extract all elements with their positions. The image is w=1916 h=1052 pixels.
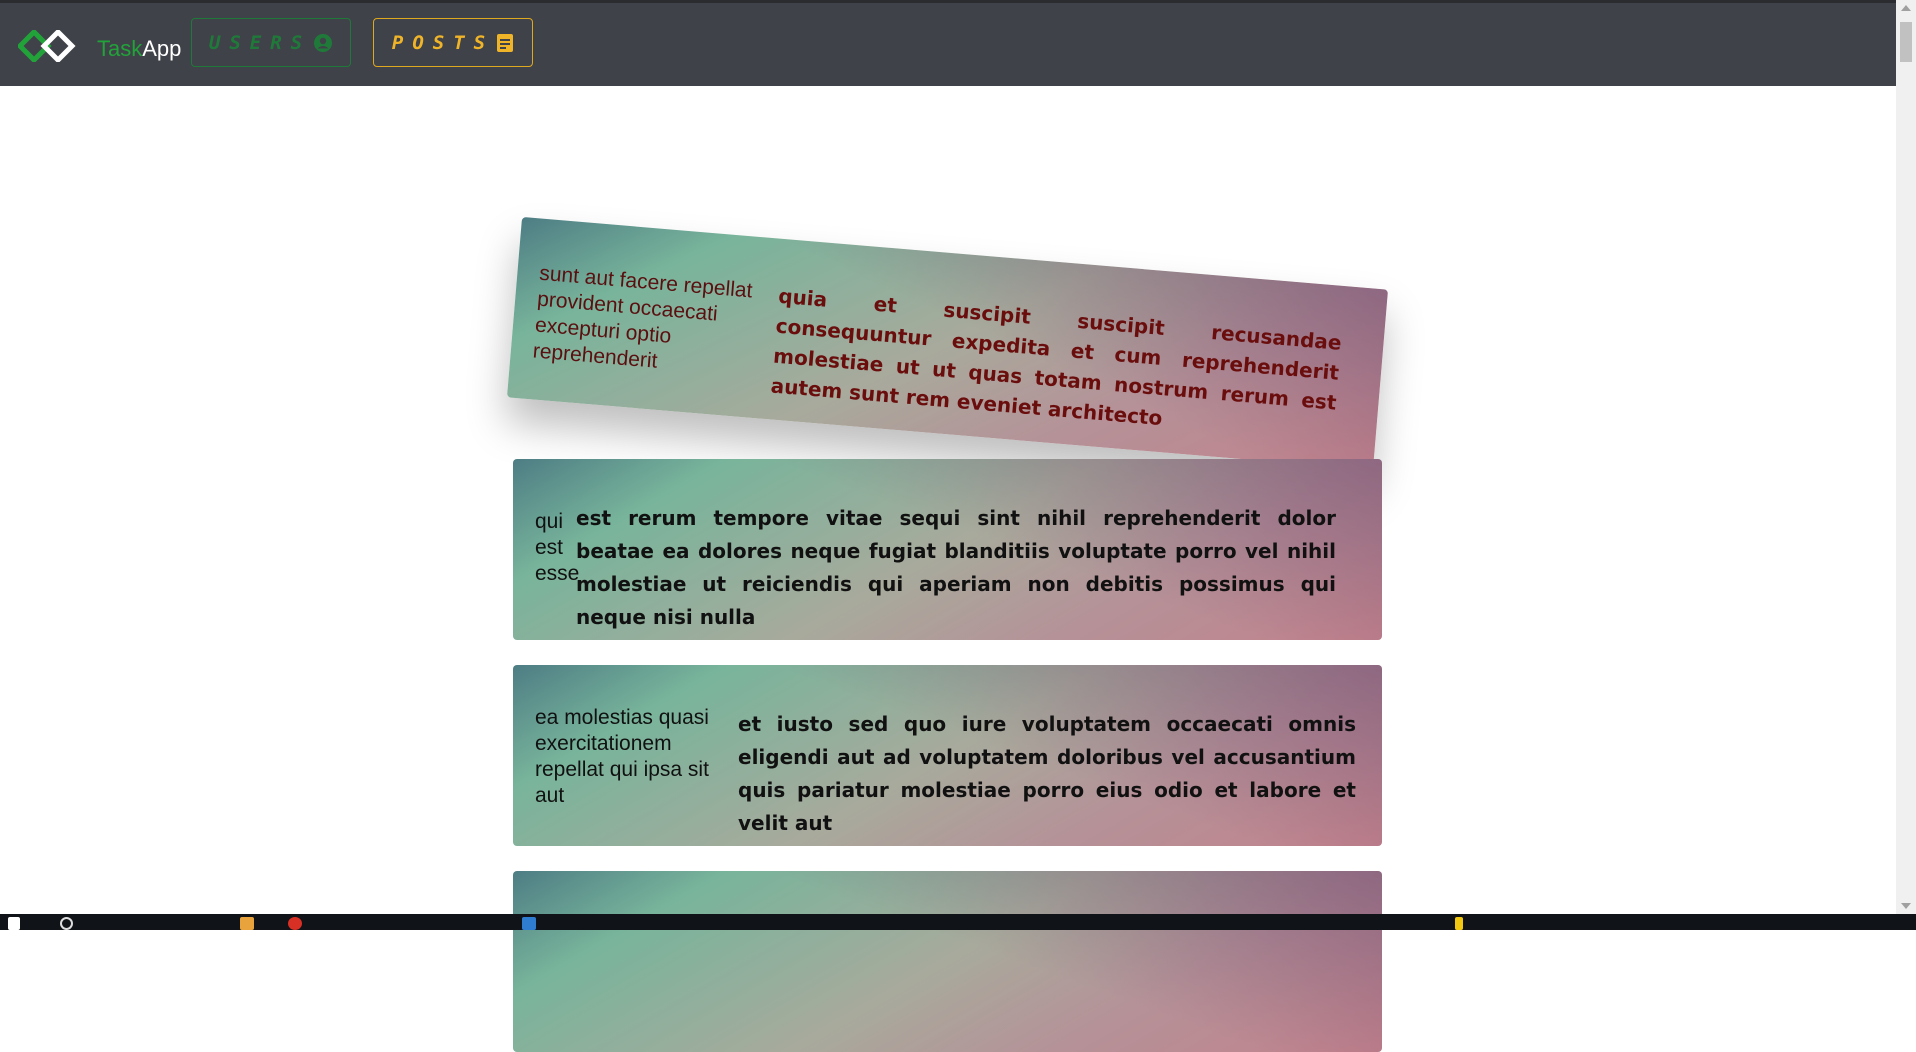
post-body: est rerum tempore vitae sequi sint nihil…: [576, 506, 1336, 629]
brand-logo[interactable]: [18, 30, 76, 62]
users-button-label: USERS: [208, 31, 312, 54]
files-icon[interactable]: [240, 917, 254, 930]
posts-button-label: POSTS: [391, 31, 495, 54]
editor-icon[interactable]: [522, 917, 536, 930]
post-note-icon: [497, 33, 514, 52]
scroll-down-icon[interactable]: [1901, 903, 1911, 909]
brand-app-text: App: [142, 36, 182, 61]
chrome-icon[interactable]: [288, 917, 302, 930]
post-title: qui est esse: [535, 510, 580, 585]
posts-button[interactable]: POSTS: [373, 18, 533, 67]
post-card[interactable]: ea molestias quasi exercitationem repell…: [513, 665, 1382, 846]
users-button[interactable]: USERS: [191, 18, 351, 67]
logo-icon: [18, 30, 76, 62]
brand-name[interactable]: TaskApp: [97, 36, 181, 62]
post-title: sunt aut facere repellat provident occae…: [531, 261, 754, 373]
os-taskbar: [0, 914, 1916, 930]
post-title: ea molestias quasi exercitationem repell…: [535, 706, 709, 807]
post-card[interactable]: sunt aut facere repellat provident occae…: [506, 216, 1389, 471]
post-card[interactable]: qui est esse est rerum tempore vitae seq…: [513, 459, 1382, 640]
windows-start-icon[interactable]: [8, 917, 20, 930]
tray-icon[interactable]: [1455, 917, 1463, 930]
search-icon[interactable]: [60, 917, 73, 930]
vertical-scrollbar[interactable]: [1896, 0, 1916, 914]
post-body: quia et suscipit suscipit recusandae con…: [769, 283, 1343, 431]
navbar: TaskApp USERS POSTS: [0, 0, 1896, 86]
user-circle-icon: [314, 33, 333, 52]
scrollbar-thumb[interactable]: [1900, 22, 1912, 62]
brand-task-text: Task: [97, 36, 143, 61]
post-card[interactable]: [513, 871, 1382, 1052]
post-body: et iusto sed quo iure voluptatem occaeca…: [738, 712, 1356, 835]
scroll-up-icon[interactable]: [1901, 5, 1911, 11]
